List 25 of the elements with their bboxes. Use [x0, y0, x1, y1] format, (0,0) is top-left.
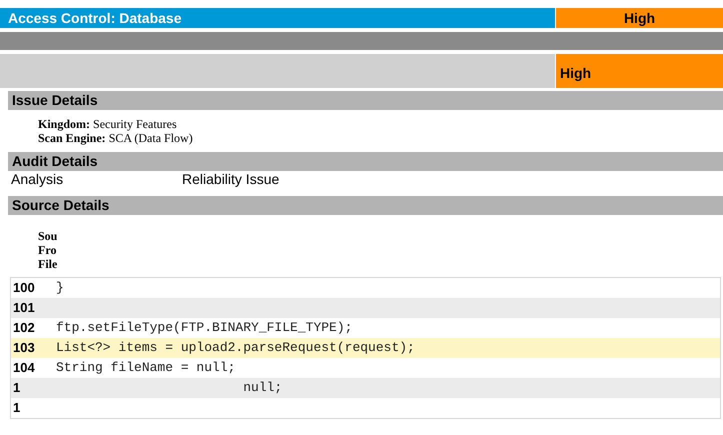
detail-text: Scan Engine: SCA (Data Flow): [38, 131, 194, 145]
detail-text: Kingdom: Security Features: [38, 117, 178, 131]
source-label: File: [38, 257, 58, 271]
code-text: }: [56, 279, 64, 298]
priority-label: High: [556, 8, 723, 28]
code-text: List<?> items = upload2.parseRequest(request);: [56, 339, 415, 358]
priority-label: High: [556, 54, 723, 88]
source-label: Sou: [38, 229, 58, 243]
section-header: Audit Details: [8, 152, 723, 171]
audit-value: Reliability Issue: [182, 171, 280, 188]
line-number: 1: [12, 379, 22, 398]
header-title: Access Control: Database: [0, 8, 555, 28]
line-number: 103: [12, 339, 36, 358]
line-number: 104: [12, 359, 36, 378]
code-text: String fileName = null;: [56, 359, 236, 378]
line-number: 102: [12, 319, 36, 338]
audit-label: Analysis: [11, 171, 64, 188]
line-number: 1: [12, 399, 22, 418]
source-label: Fro: [38, 243, 58, 257]
code-text: ftp.setFileType(FTP.BINARY_FILE_TYPE);: [56, 319, 352, 338]
section-header: Issue Details: [8, 91, 723, 110]
line-number: 101: [12, 299, 36, 318]
code-text: null;: [242, 379, 282, 398]
line-number: 100: [12, 279, 36, 298]
section-header: Source Details: [8, 196, 723, 215]
